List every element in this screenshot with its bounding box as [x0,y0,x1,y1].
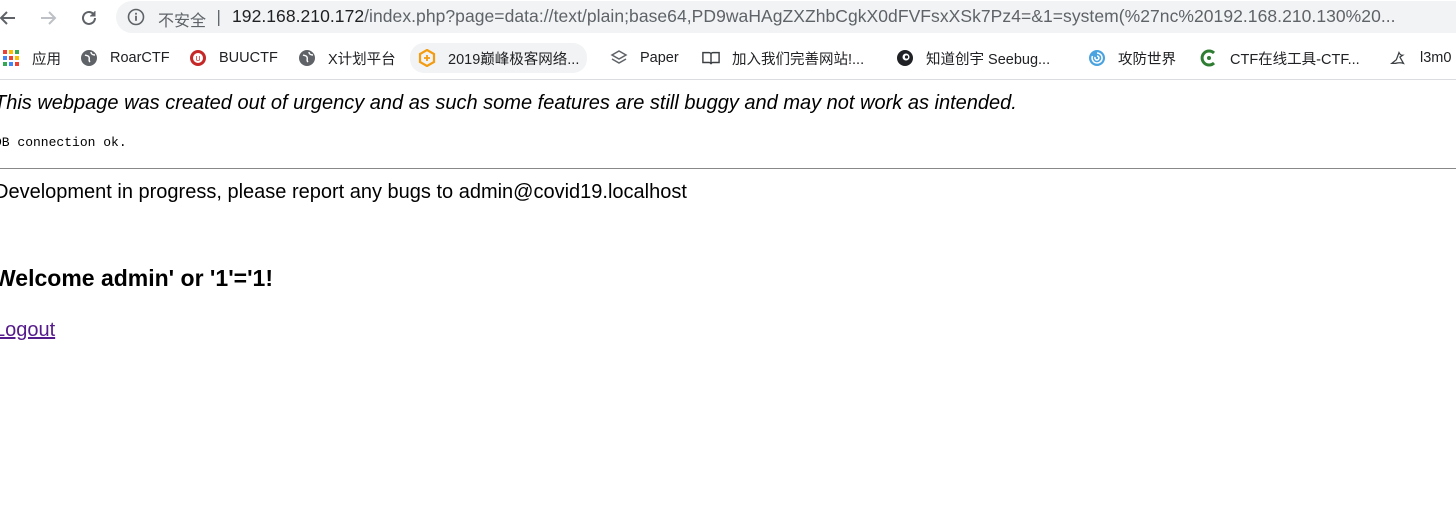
bookmark-label: l3m0 [1420,50,1452,66]
bookmark-label: Paper [640,50,679,66]
bookmark-label: BUUCTF [219,50,278,66]
spiral-logo-icon [1088,49,1106,67]
bookmark-apps[interactable]: 应用 [2,47,61,69]
bookmark-label: 攻防世界 [1118,51,1176,68]
bookmark-label: CTF在线工具-CTF... [1230,51,1360,68]
bookmark-label: X计划平台 [328,51,396,68]
separator: | [216,7,222,26]
address-bar[interactable]: 不安全 | 192.168.210.172/index.php?page=dat… [116,1,1456,33]
browser-toolbar: 不安全 | 192.168.210.172/index.php?page=dat… [0,0,1456,36]
bookmark-label: 知道创宇 Seebug... [926,51,1051,68]
url-text[interactable]: 192.168.210.172/index.php?page=data://te… [232,6,1396,27]
bookmark-adworld[interactable]: 攻防世界 [1088,47,1176,69]
forward-icon[interactable] [34,4,62,32]
layers-icon [610,49,628,67]
bookmark-2019-geek[interactable]: 2019巅峰极客网络... [410,43,588,73]
dev-note: Development in progress, please report a… [0,181,687,203]
bookmark-label: 加入我们完善网站!... [732,51,865,68]
db-status: DB connection ok. [0,135,127,150]
buuctf-logo-icon: U [189,49,207,67]
globe-icon [80,49,98,67]
svg-text:U: U [195,55,200,63]
bird-icon [1390,49,1408,67]
security-label[interactable]: 不安全 [158,7,206,31]
bookmark-xplan[interactable]: X计划平台 [298,47,396,69]
book-icon [702,49,720,67]
bookmark-ctf-tools[interactable]: CTF在线工具-CTF... [1200,47,1360,69]
back-icon[interactable] [0,4,22,32]
welcome-heading: Welcome admin' or '1'='1! [0,265,274,291]
logout-link[interactable]: Logout [0,319,55,342]
url-path: /index.php?page=data://text/plain;base64… [364,6,1396,26]
seebug-logo-icon [896,49,914,67]
c-logo-icon [1200,49,1218,67]
divider [0,168,1456,169]
bookmark-roarctf[interactable]: RoarCTF [80,47,170,69]
bookmark-label: 应用 [32,51,61,68]
bookmark-label: RoarCTF [110,50,170,66]
bookmark-l3m0[interactable]: l3m0 [1390,47,1451,69]
bookmark-label: 2019巅峰极客网络... [448,51,580,68]
bookmark-join-us[interactable]: 加入我们完善网站!... [702,47,864,69]
hexagon-logo-icon [418,49,436,67]
apps-grid-icon [2,49,20,67]
globe-icon [298,49,316,67]
bookmark-buuctf[interactable]: U BUUCTF [189,47,278,69]
url-host: 192.168.210.172 [232,6,365,26]
bookmarks-bar: 应用 RoarCTF U BUUCTF X计划平台 2019巅峰极客网络... … [0,36,1456,80]
urgency-notice: This webpage was created out of urgency … [0,92,1017,114]
bookmark-paper[interactable]: Paper [610,47,679,69]
info-icon[interactable] [127,8,145,26]
bookmark-seebug[interactable]: 知道创宇 Seebug... [896,47,1050,69]
reload-icon[interactable] [75,4,103,32]
